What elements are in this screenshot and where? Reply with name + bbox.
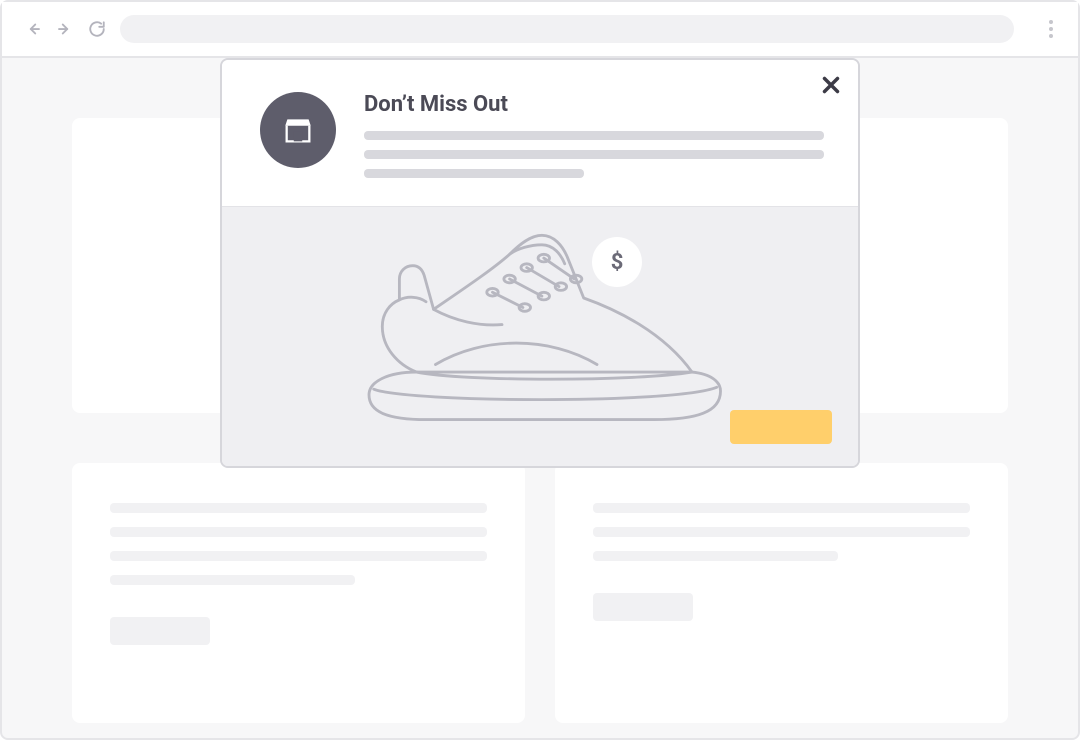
browser-menu-icon[interactable] — [1042, 20, 1060, 38]
modal-title: Don’t Miss Out — [364, 92, 824, 117]
placeholder-button — [593, 593, 693, 621]
placeholder-line — [364, 150, 824, 159]
content-card — [555, 463, 1008, 723]
sneaker-illustration — [350, 221, 730, 434]
dollar-icon: $ — [611, 250, 624, 275]
modal-description — [364, 131, 824, 178]
placeholder-line — [110, 527, 487, 537]
content-card — [72, 463, 525, 723]
address-bar[interactable] — [120, 15, 1014, 43]
modal-body: $ — [222, 206, 858, 466]
placeholder-line — [593, 503, 970, 513]
close-icon[interactable] — [818, 72, 844, 98]
placeholder-button — [110, 617, 210, 645]
placeholder-line — [110, 551, 487, 561]
browser-window: Don’t Miss Out — [0, 0, 1080, 740]
browser-toolbar — [2, 2, 1078, 58]
placeholder-line — [110, 503, 487, 513]
modal-header: Don’t Miss Out — [222, 60, 858, 206]
page-content: Don’t Miss Out — [2, 58, 1078, 738]
back-icon[interactable] — [24, 20, 42, 38]
store-icon — [260, 92, 336, 168]
cta-button[interactable] — [730, 410, 832, 444]
placeholder-line — [364, 169, 584, 178]
forward-icon[interactable] — [56, 20, 74, 38]
placeholder-line — [364, 131, 824, 140]
price-badge: $ — [592, 237, 642, 287]
placeholder-line — [593, 551, 838, 561]
promo-modal: Don’t Miss Out — [220, 58, 860, 468]
reload-icon[interactable] — [88, 20, 106, 38]
placeholder-line — [110, 575, 355, 585]
placeholder-line — [593, 527, 970, 537]
content-row — [72, 463, 1008, 723]
